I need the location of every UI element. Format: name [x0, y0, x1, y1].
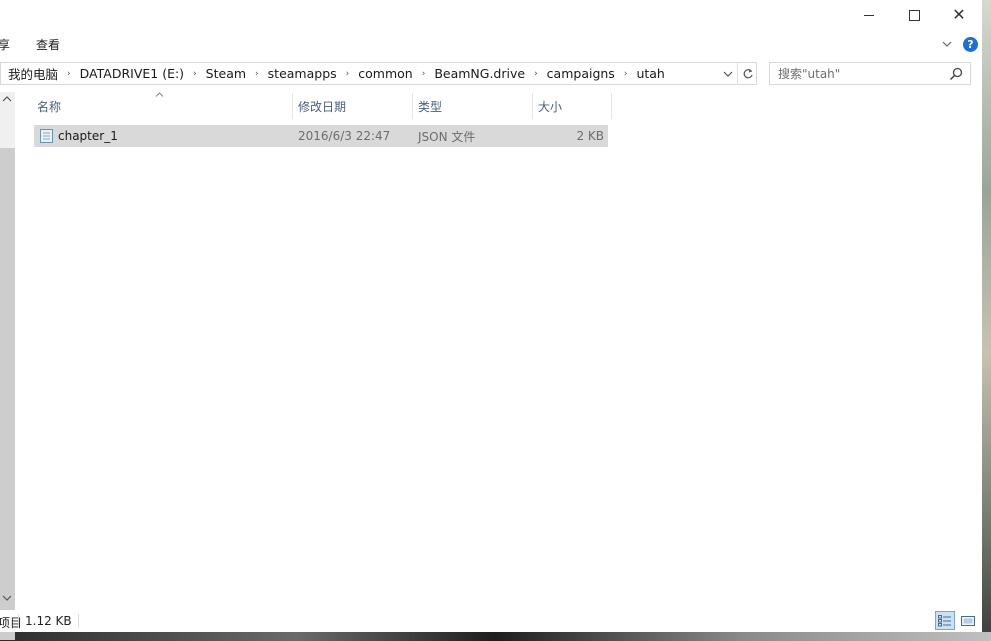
refresh-icon: [743, 68, 753, 78]
details-view-icon: [938, 614, 951, 626]
status-selected-size: 1.12 KB: [25, 614, 72, 628]
breadcrumb: 我的电脑 › DATADRIVE1 (E:) › Steam › steamap…: [8, 63, 665, 84]
breadcrumb-separator-icon[interactable]: ›: [255, 69, 259, 79]
nav-pane-scrollbar[interactable]: [0, 92, 15, 640]
refresh-button[interactable]: [737, 63, 758, 84]
close-button[interactable]: ✕: [936, 0, 982, 30]
breadcrumb-item-this-pc[interactable]: 我的电脑: [8, 64, 58, 83]
title-bar: ✕: [0, 0, 982, 30]
expand-ribbon-chevron-icon[interactable]: [942, 36, 952, 50]
maximize-button[interactable]: [891, 0, 937, 30]
details-view-button[interactable]: [935, 611, 955, 630]
file-name: chapter_1: [58, 129, 118, 143]
breadcrumb-item-common[interactable]: common: [358, 66, 412, 81]
status-divider: [78, 614, 79, 628]
breadcrumb-separator-icon[interactable]: ›: [193, 69, 197, 79]
file-type: JSON 文件: [418, 129, 476, 144]
large-icons-view-button[interactable]: [958, 611, 978, 630]
breadcrumb-item-utah[interactable]: utah: [636, 66, 664, 81]
file-size: 2 KB: [576, 129, 604, 143]
sort-ascending-icon: [155, 89, 164, 100]
minimize-icon: [864, 14, 874, 16]
breadcrumb-separator-icon[interactable]: ›: [67, 69, 71, 79]
tab-view[interactable]: 查看: [36, 36, 60, 53]
breadcrumb-item-steam[interactable]: Steam: [206, 66, 246, 81]
search-icon[interactable]: [948, 66, 964, 82]
tab-share[interactable]: 享: [0, 36, 10, 53]
table-row[interactable]: chapter_1 2016/6/3 22:47 JSON 文件 2 KB: [34, 125, 608, 147]
close-icon: ✕: [952, 5, 966, 24]
breadcrumb-item-beamng[interactable]: BeamNG.drive: [434, 66, 525, 81]
breadcrumb-item-drive[interactable]: DATADRIVE1 (E:): [80, 66, 184, 81]
breadcrumb-separator-icon[interactable]: ›: [624, 69, 628, 79]
breadcrumb-separator-icon[interactable]: ›: [346, 69, 350, 79]
scrollbar-thumb[interactable]: [0, 148, 15, 640]
column-header-type[interactable]: 类型: [412, 93, 532, 119]
breadcrumb-item-campaigns[interactable]: campaigns: [547, 66, 615, 81]
status-divider: [18, 614, 19, 628]
maximize-icon: [908, 9, 920, 21]
status-bar: 项目 1.12 KB: [0, 610, 982, 632]
breadcrumb-separator-icon[interactable]: ›: [422, 69, 426, 79]
explorer-window: ✕ 享 查看 ? 我的电脑 › DATADRIVE1 (E:) › Steam …: [0, 0, 982, 640]
large-icons-view-icon: [961, 615, 975, 626]
breadcrumb-item-steamapps[interactable]: steamapps: [268, 66, 337, 81]
help-icon[interactable]: ?: [963, 37, 978, 52]
column-header-date[interactable]: 修改日期: [292, 93, 412, 119]
search-box[interactable]: [769, 62, 971, 85]
address-bar[interactable]: 我的电脑 › DATADRIVE1 (E:) › Steam › steamap…: [0, 62, 757, 85]
json-file-icon: [40, 129, 53, 143]
file-date: 2016/6/3 22:47: [298, 129, 391, 143]
ribbon-tabs: 享 查看 ?: [0, 30, 982, 58]
address-dropdown-chevron-icon[interactable]: [720, 63, 736, 84]
breadcrumb-separator-icon[interactable]: ›: [534, 69, 538, 79]
file-name-cell: chapter_1: [40, 125, 118, 147]
column-header-name-label: 名称: [37, 99, 62, 114]
search-input[interactable]: [778, 66, 943, 81]
scroll-down-icon[interactable]: [2, 594, 12, 604]
column-header-name[interactable]: 名称: [32, 92, 292, 119]
desktop-background-bottom: [0, 632, 991, 641]
scroll-up-icon[interactable]: [2, 95, 12, 105]
column-header-size[interactable]: 大小: [532, 93, 612, 119]
minimize-button[interactable]: [846, 0, 892, 30]
desktop-background-right: [982, 0, 991, 641]
file-list-header: 名称 修改日期 类型 大小: [32, 92, 612, 119]
